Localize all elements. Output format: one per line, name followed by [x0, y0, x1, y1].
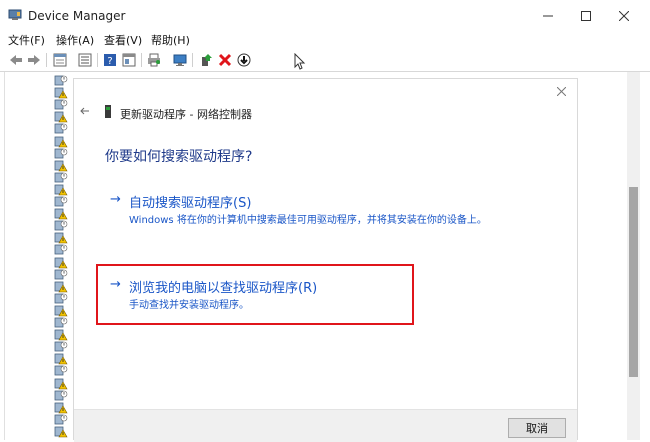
view-icon[interactable]	[121, 52, 137, 68]
device-icon[interactable]	[54, 317, 68, 329]
close-button[interactable]	[604, 0, 644, 32]
forward-icon[interactable]	[26, 52, 42, 68]
dialog-footer: 取消	[74, 409, 577, 442]
update-driver-icon[interactable]	[198, 52, 214, 68]
toolbar-separator	[97, 53, 98, 67]
help-icon[interactable]: ?	[102, 52, 118, 68]
warning-device-icon[interactable]	[54, 232, 68, 244]
toolbar-separator	[141, 53, 142, 67]
menu-bar: 文件(F) 操作(A) 查看(V) 帮助(H)	[0, 32, 650, 48]
dialog-back-icon[interactable]	[80, 105, 90, 119]
device-icon[interactable]	[54, 390, 68, 402]
warning-device-icon[interactable]	[54, 257, 68, 269]
arrow-right-icon: →	[110, 277, 121, 292]
device-icon[interactable]	[54, 341, 68, 353]
browse-computer-title[interactable]: 浏览我的电脑以查找驱动程序(R)	[129, 277, 317, 296]
cancel-button[interactable]: 取消	[508, 418, 566, 438]
device-icon[interactable]	[54, 148, 68, 160]
network-device-icon	[104, 105, 112, 118]
device-icon[interactable]	[54, 220, 68, 232]
warning-device-icon[interactable]	[54, 87, 68, 99]
window-title: Device Manager	[28, 9, 126, 23]
maximize-button[interactable]	[566, 0, 606, 32]
toolbar: ?	[0, 49, 650, 72]
warning-device-icon[interactable]	[54, 281, 68, 293]
device-list-icon[interactable]	[77, 52, 93, 68]
tree-border	[4, 72, 5, 440]
device-icon[interactable]	[54, 172, 68, 184]
arrow-right-icon: →	[110, 192, 121, 207]
warning-device-icon[interactable]	[54, 136, 68, 148]
device-manager-window: Device Manager 文件(F) 操作(A) 查看(V) 帮助(H) ?…	[0, 0, 650, 442]
menu-view[interactable]: 查看(V)	[104, 32, 142, 48]
dialog-heading: 你要如何搜索驱动程序?	[105, 149, 253, 165]
scrollbar-thumb[interactable]	[629, 187, 638, 377]
device-manager-icon	[8, 9, 22, 21]
device-icon[interactable]	[54, 293, 68, 305]
update-driver-dialog: 更新驱动程序 - 网络控制器 你要如何搜索驱动程序? → 自动搜索驱动程序(S)…	[73, 78, 578, 442]
device-icon[interactable]	[54, 99, 68, 111]
auto-search-description: Windows 将在你的计算机中搜索最佳可用驱动程序，并将其安装在你的设备上。	[129, 215, 487, 226]
warning-device-icon[interactable]	[54, 402, 68, 414]
warning-device-icon[interactable]	[54, 184, 68, 196]
mouse-cursor-icon	[294, 52, 306, 74]
browse-computer-description: 手动查找并安装驱动程序。	[129, 300, 249, 311]
warning-device-icon[interactable]	[54, 305, 68, 317]
svg-text:?: ?	[107, 56, 112, 67]
minimize-button[interactable]	[528, 0, 568, 32]
back-icon[interactable]	[8, 52, 24, 68]
device-icon[interactable]	[54, 196, 68, 208]
warning-device-icon[interactable]	[54, 378, 68, 390]
warning-device-icon[interactable]	[54, 111, 68, 123]
toolbar-separator	[46, 53, 47, 67]
toolbar-separator	[192, 53, 193, 67]
title-bar: Device Manager	[0, 0, 650, 32]
warning-device-icon[interactable]	[54, 208, 68, 220]
uninstall-icon[interactable]	[217, 52, 233, 68]
properties-icon[interactable]	[52, 52, 68, 68]
device-icon[interactable]	[54, 269, 68, 281]
device-icon[interactable]	[54, 365, 68, 377]
device-icon[interactable]	[54, 414, 68, 426]
warning-device-icon[interactable]	[54, 426, 68, 438]
menu-file[interactable]: 文件(F)	[8, 32, 45, 48]
menu-action[interactable]: 操作(A)	[56, 32, 94, 48]
warning-device-icon[interactable]	[54, 160, 68, 172]
print-icon[interactable]	[146, 52, 162, 68]
device-icon[interactable]	[54, 75, 68, 87]
warning-device-icon[interactable]	[54, 353, 68, 365]
device-icon[interactable]	[54, 123, 68, 135]
dialog-close-icon[interactable]	[550, 81, 572, 101]
warning-device-icon[interactable]	[54, 329, 68, 341]
dialog-title: 更新驱动程序 - 网络控制器	[120, 108, 252, 121]
device-icon[interactable]	[54, 244, 68, 256]
download-icon[interactable]	[236, 52, 252, 68]
auto-search-title[interactable]: 自动搜索驱动程序(S)	[129, 192, 251, 211]
monitor-icon[interactable]	[172, 52, 188, 68]
menu-help[interactable]: 帮助(H)	[151, 32, 190, 48]
